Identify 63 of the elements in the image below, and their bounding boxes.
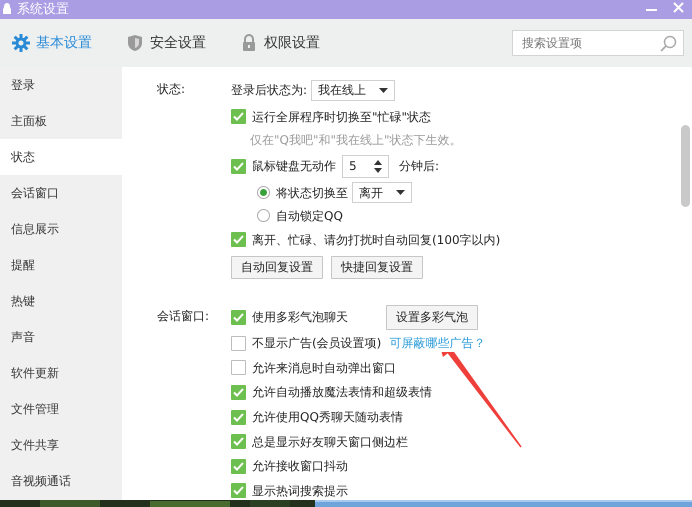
search-box[interactable]: 搜索设置项 bbox=[512, 30, 684, 56]
shield-icon bbox=[126, 34, 144, 52]
section-label: 会话窗口: bbox=[157, 309, 210, 323]
checkbox-label: 总是显示好友聊天窗口侧边栏 bbox=[252, 434, 408, 451]
checkbox-label: 允许接收窗口抖动 bbox=[252, 458, 348, 476]
sidebar-item[interactable]: 热键 bbox=[0, 283, 122, 319]
spinner-arrows-icon[interactable] bbox=[374, 160, 382, 172]
dropdown-caret-icon bbox=[379, 88, 388, 92]
sidebar-item[interactable]: 状态 bbox=[0, 139, 122, 175]
radio-label: 自动锁定QQ bbox=[276, 208, 343, 224]
checkbox[interactable] bbox=[231, 310, 246, 324]
checkbox-label: 使用多彩气泡聊天 bbox=[252, 309, 348, 326]
radio-button[interactable] bbox=[257, 209, 270, 222]
sidebar-item[interactable]: 音视频通话 bbox=[0, 463, 122, 499]
checkbox[interactable] bbox=[231, 458, 246, 474]
field-label: 分钟后: bbox=[399, 158, 440, 175]
settings-tab[interactable]: 权限设置 bbox=[240, 32, 320, 54]
settings-button[interactable]: 自动回复设置 bbox=[231, 256, 323, 278]
settings-tab[interactable]: 安全设置 bbox=[126, 32, 206, 54]
lock-icon bbox=[240, 34, 258, 52]
checkbox[interactable] bbox=[231, 109, 246, 124]
checkbox[interactable] bbox=[231, 360, 246, 376]
hint-text: 仅在"Q我吧"和"我在线上"状态下生效。 bbox=[249, 132, 462, 149]
sidebar-item[interactable]: 文件共享 bbox=[0, 427, 122, 463]
checkbox[interactable] bbox=[231, 410, 246, 425]
section-label: 状态: bbox=[157, 82, 186, 96]
sidebar-item[interactable]: 登录 bbox=[0, 67, 122, 103]
checkbox[interactable] bbox=[231, 384, 246, 400]
checkbox[interactable] bbox=[231, 483, 246, 498]
radio-label: 将状态切换至 bbox=[276, 184, 348, 202]
checkbox-label: 离开、忙碌、请勿打扰时自动回复(100字以内) bbox=[252, 232, 500, 248]
radio-button[interactable] bbox=[257, 186, 270, 199]
checkbox-label: 允许自动播放魔法表情和超级表情 bbox=[252, 384, 432, 402]
settings-button[interactable]: 快捷回复设置 bbox=[331, 256, 423, 278]
checkbox-label: 运行全屏程序时切换至"忙碌"状态 bbox=[252, 108, 432, 126]
sidebar-item[interactable]: 主面板 bbox=[0, 103, 122, 139]
penguin-icon bbox=[3, 2, 11, 14]
dropdown-caret-icon bbox=[396, 190, 405, 195]
search-icon bbox=[660, 34, 677, 52]
checkbox[interactable] bbox=[231, 434, 246, 450]
sidebar-item[interactable]: 声音 bbox=[0, 319, 122, 355]
sidebar-item[interactable]: 信息展示 bbox=[0, 211, 122, 247]
settings-button[interactable]: 设置多彩气泡 bbox=[386, 304, 478, 330]
checkbox-label: 允许使用QQ秀聊天随动表情 bbox=[252, 409, 403, 426]
dropdown[interactable]: 我在线上 bbox=[311, 80, 396, 100]
close-icon[interactable] bbox=[673, 2, 684, 13]
checkbox[interactable] bbox=[231, 336, 246, 351]
sidebar-item[interactable]: 提醒 bbox=[0, 247, 122, 283]
scrollbar-thumb[interactable] bbox=[681, 125, 690, 207]
sidebar-item[interactable]: 软件更新 bbox=[0, 355, 122, 391]
checkbox[interactable] bbox=[231, 158, 246, 174]
window-title: 系统设置 bbox=[17, 2, 69, 18]
checkbox-label: 允许来消息时自动弹出窗口 bbox=[252, 360, 396, 377]
checkbox-label: 显示热词搜索提示 bbox=[252, 482, 348, 500]
gear-icon bbox=[12, 34, 30, 52]
sidebar-item[interactable]: 文件管理 bbox=[0, 391, 122, 427]
dropdown[interactable]: 离开 bbox=[352, 182, 412, 203]
number-spinner[interactable]: 5 bbox=[342, 154, 389, 178]
checkbox[interactable] bbox=[231, 232, 246, 247]
field-label: 登录后状态为: bbox=[231, 82, 308, 99]
checkbox-label: 不显示广告(会员设置项) bbox=[252, 335, 382, 352]
sidebar-item[interactable]: 会话窗口 bbox=[0, 175, 122, 211]
checkbox-label: 鼠标键盘无动作 bbox=[252, 158, 336, 175]
